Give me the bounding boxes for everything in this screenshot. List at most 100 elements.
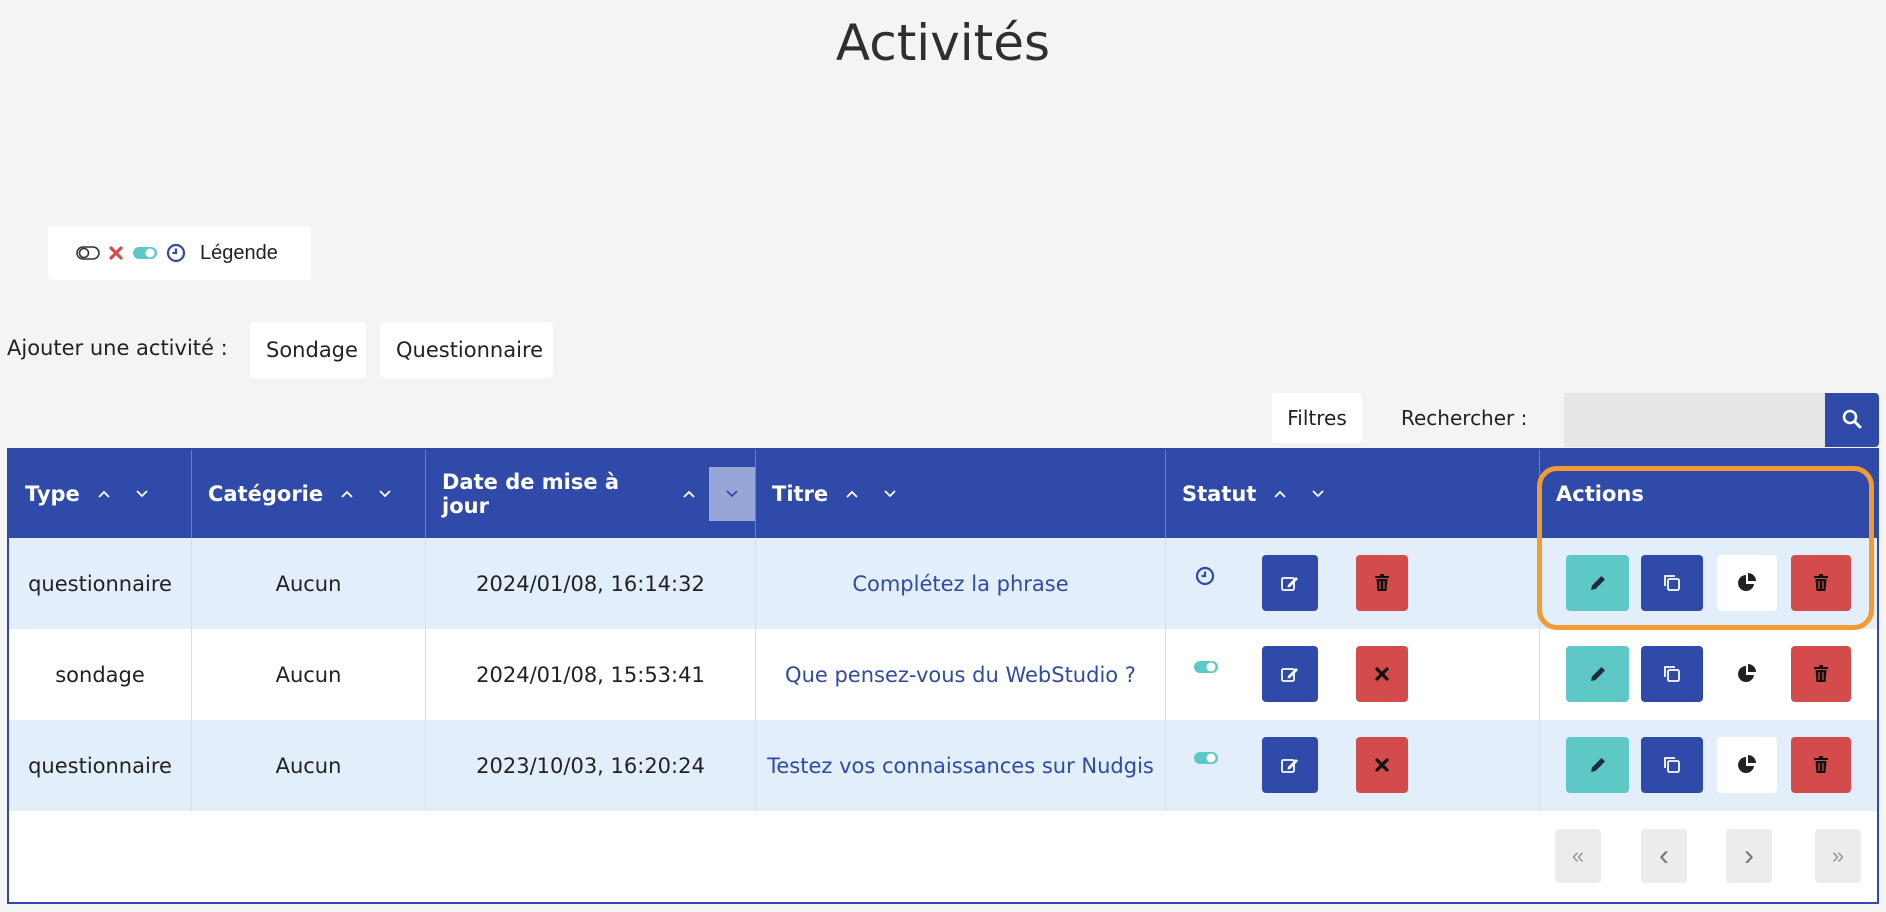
sort-desc-icon[interactable] xyxy=(1312,490,1325,498)
column-actions: Actions xyxy=(1540,450,1877,538)
edit-icon xyxy=(1281,577,1298,591)
copy-icon xyxy=(1664,575,1680,591)
edit-icon xyxy=(1281,668,1298,682)
delete-button[interactable] xyxy=(1791,737,1851,793)
filters-button[interactable]: Filtres xyxy=(1272,393,1362,443)
page-title: Activités xyxy=(835,14,1051,72)
add-questionnaire-button[interactable]: Questionnaire xyxy=(380,322,553,378)
copy-icon xyxy=(1664,666,1680,682)
cell-updated: 2024/01/08, 16:14:32 xyxy=(426,538,756,629)
search-label: Rechercher : xyxy=(1401,406,1528,430)
sort-asc-icon[interactable] xyxy=(341,490,353,498)
search-icon xyxy=(1841,408,1863,433)
sort-desc-icon[interactable] xyxy=(136,490,148,498)
duplicate-button[interactable] xyxy=(1641,737,1703,793)
clock-icon xyxy=(166,243,186,263)
x-icon xyxy=(1375,758,1389,772)
edit-info-button[interactable] xyxy=(1262,555,1318,611)
copy-icon xyxy=(1664,757,1680,773)
sort-desc-icon xyxy=(726,490,738,498)
column-status-label: Statut xyxy=(1182,482,1257,506)
cell-actions xyxy=(1540,538,1877,629)
add-sondage-button[interactable]: Sondage xyxy=(250,322,366,378)
table-row: questionnaire Aucun 2024/01/08, 16:14:32… xyxy=(9,538,1877,629)
chevron-left-icon: ‹ xyxy=(1659,839,1669,872)
column-category-label: Catégorie xyxy=(208,482,324,506)
column-actions-label: Actions xyxy=(1556,482,1644,506)
sort-asc-icon[interactable] xyxy=(98,490,110,498)
duplicate-button[interactable] xyxy=(1641,555,1703,611)
stats-button[interactable] xyxy=(1717,646,1777,702)
edit-button[interactable] xyxy=(1566,737,1629,793)
search-button[interactable] xyxy=(1825,393,1879,447)
cell-category: Aucun xyxy=(192,629,426,720)
column-category[interactable]: Catégorie xyxy=(192,450,426,538)
delete-button[interactable] xyxy=(1791,646,1851,702)
pie-chart-icon xyxy=(1738,755,1756,773)
cell-status xyxy=(1166,720,1540,811)
column-status[interactable]: Statut xyxy=(1166,450,1540,538)
unpublish-button[interactable] xyxy=(1356,737,1408,793)
stats-button[interactable] xyxy=(1717,737,1777,793)
pie-chart-icon xyxy=(1738,573,1756,591)
x-icon xyxy=(108,245,124,261)
toggle-on-icon xyxy=(132,245,158,261)
add-activity-label: Ajouter une activité : xyxy=(7,336,228,360)
edit-info-button[interactable] xyxy=(1262,646,1318,702)
column-title[interactable]: Titre xyxy=(756,450,1166,538)
sort-desc-icon[interactable] xyxy=(884,490,896,498)
clock-icon xyxy=(1195,566,1215,586)
cell-category: Aucun xyxy=(192,720,426,811)
edit-info-button[interactable] xyxy=(1262,737,1318,793)
cell-title-link[interactable]: Que pensez-vous du WebStudio ? xyxy=(756,629,1166,720)
unpublish-button[interactable] xyxy=(1356,646,1408,702)
pagination-next-button[interactable]: › xyxy=(1726,829,1772,883)
sort-asc-icon[interactable] xyxy=(846,490,858,498)
legend[interactable]: Légende xyxy=(48,226,311,280)
x-icon xyxy=(1375,667,1389,681)
sort-asc-icon[interactable] xyxy=(1274,490,1287,498)
table-row: questionnaire Aucun 2023/10/03, 16:20:24… xyxy=(9,720,1877,811)
trash-icon xyxy=(1814,756,1828,773)
column-type[interactable]: Type xyxy=(9,450,192,538)
pagination-prev-button[interactable]: ‹ xyxy=(1641,829,1687,883)
column-updated[interactable]: Date de mise à jour xyxy=(426,450,756,538)
edit-button[interactable] xyxy=(1566,555,1629,611)
trash-icon xyxy=(1375,574,1389,591)
delete-button[interactable] xyxy=(1791,555,1851,611)
table-row: sondage Aucun 2024/01/08, 15:53:41 Que p… xyxy=(9,629,1877,720)
chevron-right-icon: › xyxy=(1744,839,1754,872)
cell-type: questionnaire xyxy=(9,720,192,811)
sort-desc-active[interactable] xyxy=(709,467,755,521)
sort-desc-icon[interactable] xyxy=(379,490,391,498)
cell-actions xyxy=(1540,720,1877,811)
pagination-last-button[interactable]: » xyxy=(1815,829,1861,883)
cell-updated: 2023/10/03, 16:20:24 xyxy=(426,720,756,811)
column-updated-label: Date de mise à jour xyxy=(442,470,620,518)
toggle-on-icon[interactable] xyxy=(1193,659,1219,675)
column-type-label: Type xyxy=(25,482,80,506)
cell-status xyxy=(1166,538,1540,629)
cell-updated: 2024/01/08, 15:53:41 xyxy=(426,629,756,720)
stats-button[interactable] xyxy=(1717,555,1777,611)
edit-button[interactable] xyxy=(1566,646,1629,702)
legend-label: Légende xyxy=(200,241,278,264)
column-title-label: Titre xyxy=(772,482,829,506)
pagination-first-button[interactable]: « xyxy=(1555,829,1601,883)
toggle-on-icon[interactable] xyxy=(1193,750,1219,766)
trash-icon xyxy=(1814,574,1828,591)
sort-asc-icon[interactable] xyxy=(683,490,695,498)
toggle-off-icon xyxy=(76,245,100,261)
table-header: Type Catégorie Date de mise à jour Titre… xyxy=(9,450,1877,538)
cell-type: questionnaire xyxy=(9,538,192,629)
duplicate-button[interactable] xyxy=(1641,646,1703,702)
search-input[interactable] xyxy=(1564,393,1825,447)
cell-title-link[interactable]: Testez vos connaissances sur Nudgis xyxy=(756,720,1166,811)
cell-category: Aucun xyxy=(192,538,426,629)
delete-status-button[interactable] xyxy=(1356,555,1408,611)
cell-title-link[interactable]: Complétez la phrase xyxy=(756,538,1166,629)
pie-chart-icon xyxy=(1738,664,1756,682)
pencil-icon xyxy=(1590,576,1605,590)
pencil-icon xyxy=(1590,667,1605,681)
double-chevron-left-icon: « xyxy=(1571,843,1585,868)
